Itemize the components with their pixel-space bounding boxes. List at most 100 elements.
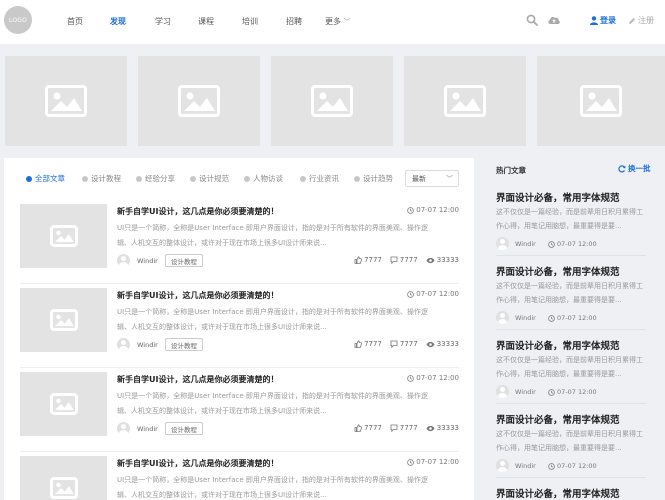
author-name[interactable]: Windir [515,314,536,322]
chevron-down-icon: ﹀ [446,175,453,183]
tab-experience[interactable]: 经验分享 [136,173,175,184]
register-label: 注册 [638,16,654,25]
view-count: 33333 [436,256,459,264]
article-item[interactable]: 新手自学UI设计，这几点是你必须要清楚的！ 07-07 12:00 UI只是一个… [20,456,459,500]
hot-article-title[interactable]: 界面设计必备，常用字体规范 [496,264,620,278]
hot-article-title[interactable]: 界面设计必备，常用字体规范 [496,486,620,500]
hot-article-item[interactable]: 界面设计必备，常用字体规范 这不仅仅是一篇经验，而是前辈用日积月累得工 作心得，… [496,190,646,256]
view-stat: 33333 [426,256,459,264]
tab-dot [300,175,306,182]
tab-interviews[interactable]: 人物访谈 [244,173,283,184]
article-thumbnail[interactable] [20,204,107,268]
avatar[interactable] [496,311,509,324]
article-thumbnail[interactable] [20,456,107,500]
hot-articles-sidebar: 热门文章 换一批 界面设计必备，常用字体规范 这不仅仅是一篇经验，而是前辈用日积… [486,158,665,500]
hot-article-title[interactable]: 界面设计必备，常用字体规范 [496,338,620,352]
article-title[interactable]: 新手自学UI设计，这几点是你必须要清楚的！ [117,374,278,385]
nav-courses[interactable]: 课程 [198,16,214,27]
comment-stat[interactable]: 7777 [390,424,418,432]
tab-tutorials[interactable]: 设计教程 [82,173,121,184]
category-tag[interactable]: 设计教程 [165,422,203,435]
hot-article-item[interactable]: 界面设计必备，常用字体规范 [496,486,646,500]
avatar[interactable] [496,385,509,398]
article-thumbnail[interactable] [20,372,107,436]
banner-image[interactable] [537,56,665,146]
article-item[interactable]: 新手自学UI设计，这几点是你必须要清楚的！ 07-07 12:00 UI只是一个… [20,204,459,284]
tab-all[interactable]: 全部文章 [26,173,65,184]
hot-article-meta: Windir 07-07 12:00 [496,459,646,472]
author-name[interactable]: Windir [137,257,158,265]
tab-trends[interactable]: 设计趋势 [354,173,393,184]
view-count: 33333 [436,340,459,348]
like-stat[interactable]: 7777 [354,256,382,264]
hot-article-title[interactable]: 界面设计必备，常用字体规范 [496,190,620,204]
hot-article-title[interactable]: 界面设计必备，常用字体规范 [496,412,620,426]
avatar[interactable] [117,338,130,351]
nav-learn[interactable]: 学习 [155,16,171,27]
category-tag[interactable]: 设计教程 [165,254,203,267]
hot-article-meta: Windir 07-07 12:00 [496,311,646,324]
article-description: UI只是一个简称，全称是User Interface 即用户界面设计，指的是对于… [117,389,459,419]
view-count: 33333 [436,424,459,432]
article-description: UI只是一个简称，全称是User Interface 即用户界面设计，指的是对于… [117,305,459,335]
article-title[interactable]: 新手自学UI设计，这几点是你必须要清楚的！ [117,458,278,469]
hot-article-description: 这不仅仅是一篇经验，而是前辈用日积月累得工 作心得，用笔记用脑想，最重要得是要.… [496,427,651,455]
category-tag[interactable]: 设计教程 [165,338,203,351]
article-item[interactable]: 新手自学UI设计，这几点是你必须要清楚的！ 07-07 12:00 UI只是一个… [20,372,459,452]
like-stat[interactable]: 7777 [354,340,382,348]
search-icon[interactable] [526,14,538,26]
nav-home[interactable]: 首页 [67,16,83,27]
avatar[interactable] [496,237,509,250]
article-desc-line: 辑、人机交互的整体设计，或许对于现在市场上很多UI设计师来说... [117,407,327,415]
nav-discover[interactable]: 发现 [110,16,126,27]
sort-dropdown[interactable]: 最新 ﹀ [405,170,459,187]
article-stats: 7777 7777 33333 [354,340,459,348]
comment-icon [390,424,398,432]
comment-stat[interactable]: 7777 [390,256,418,264]
banner-image[interactable] [5,56,127,146]
avatar[interactable] [117,422,130,435]
author-name[interactable]: Windir [515,240,536,248]
author-name[interactable]: Windir [515,462,536,470]
view-stat: 33333 [426,340,459,348]
hot-desc-line: 作心得，用笔记用脑想，最重要得是要... [496,222,622,230]
author-name[interactable]: Windir [515,388,536,396]
comment-icon [390,340,398,348]
tab-guidelines[interactable]: 设计规范 [190,173,229,184]
register-button[interactable]: 注册 [628,15,654,26]
hot-article-item[interactable]: 界面设计必备，常用字体规范 这不仅仅是一篇经验，而是前辈用日积月累得工 作心得，… [496,412,646,478]
nav-more[interactable]: 更多 ﹀ [325,16,351,27]
author-name[interactable]: Windir [137,341,158,349]
author-name[interactable]: Windir [137,425,158,433]
article-title[interactable]: 新手自学UI设计，这几点是你必须要清楚的！ [117,290,278,301]
banner-image[interactable] [138,56,260,146]
image-placeholder-icon [49,477,78,499]
article-title[interactable]: 新手自学UI设计，这几点是你必须要清楚的！ [117,206,278,217]
article-meta: Windir 设计教程 7777 7777 33333 [117,254,459,268]
like-stat[interactable]: 7777 [354,424,382,432]
tab-news[interactable]: 行业资讯 [300,173,339,184]
avatar[interactable] [496,459,509,472]
eye-icon [426,425,435,431]
hot-article-item[interactable]: 界面设计必备，常用字体规范 这不仅仅是一篇经验，而是前辈用日积月累得工 作心得，… [496,264,646,330]
article-description: UI只是一个简称，全称是User Interface 即用户界面设计，指的是对于… [117,473,459,500]
nav-training[interactable]: 培训 [242,16,258,27]
article-item[interactable]: 新手自学UI设计，这几点是你必须要清楚的！ 07-07 12:00 UI只是一个… [20,288,459,368]
hot-article-time: 07-07 12:00 [548,314,597,322]
hot-article-item[interactable]: 界面设计必备，常用字体规范 这不仅仅是一篇经验，而是前辈用日积月累得工 作心得，… [496,338,646,404]
clock-icon [548,388,555,396]
refresh-button[interactable]: 换一批 [618,163,651,174]
avatar[interactable] [117,254,130,267]
comment-stat[interactable]: 7777 [390,340,418,348]
comment-count: 7777 [399,424,418,432]
hot-time-text: 07-07 12:00 [557,240,597,248]
logo[interactable]: LOGO [4,6,32,34]
banner-image[interactable] [271,56,393,146]
banner-image[interactable] [404,56,526,146]
cloud-upload-icon[interactable] [547,14,561,26]
nav-jobs[interactable]: 招聘 [286,16,302,27]
login-button[interactable]: 登录 [590,15,616,26]
tab-label: 经验分享 [145,174,175,183]
article-thumbnail[interactable] [20,288,107,352]
comment-icon [390,256,398,264]
